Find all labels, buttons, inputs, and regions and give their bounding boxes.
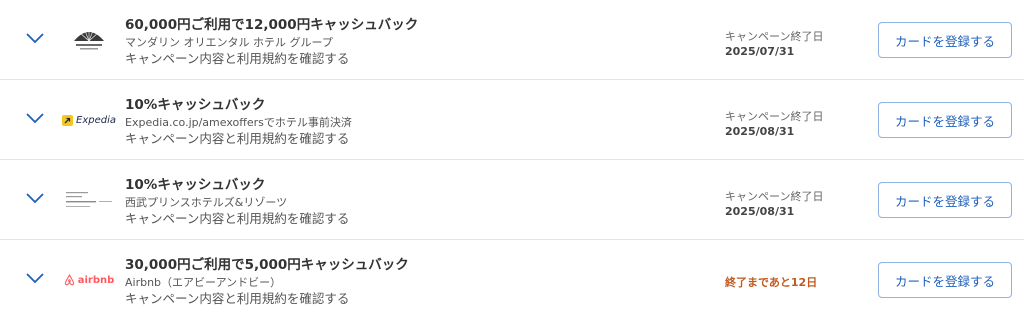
- chevron-down-icon[interactable]: [24, 190, 46, 206]
- expedia-logo: Expedia: [60, 104, 118, 136]
- end-date-label: キャンペーン終了日: [725, 190, 824, 203]
- offer-title: 30,000円ご利用で5,000円キャッシュバック: [125, 257, 409, 273]
- prince-hotels-logo: [60, 184, 118, 216]
- mandarin-oriental-logo: [60, 24, 118, 56]
- mandarin-oriental-fan-icon: [74, 27, 104, 50]
- chevron-down-icon[interactable]: [24, 30, 46, 46]
- airbnb-wordmark: airbnb: [77, 274, 115, 286]
- offer-info: 10%キャッシュバック Expedia.co.jp/amexoffersでホテル…: [125, 96, 685, 148]
- offer-row: Expedia 10%キャッシュバック Expedia.co.jp/amexof…: [0, 80, 1024, 160]
- end-date-value: 2025/08/31: [725, 205, 795, 218]
- terms-link[interactable]: キャンペーン内容と利用規約を確認する: [125, 130, 685, 148]
- expedia-arrow-icon: [62, 114, 73, 126]
- airbnb-belo-icon: [64, 274, 74, 286]
- terms-link[interactable]: キャンペーン内容と利用規約を確認する: [125, 210, 685, 228]
- register-card-button[interactable]: カードを登録する: [878, 22, 1012, 58]
- airbnb-logo: airbnb: [60, 264, 118, 296]
- offer-info: 10%キャッシュバック 西武プリンスホテルズ&リゾーツ キャンペーン内容と利用規…: [125, 176, 685, 228]
- register-card-button[interactable]: カードを登録する: [878, 182, 1012, 218]
- prince-hotels-mark-icon: [66, 192, 112, 207]
- merchant-name: マンダリン オリエンタル ホテル グループ: [125, 36, 333, 49]
- end-date-label: キャンペーン終了日: [725, 30, 824, 43]
- register-card-button[interactable]: カードを登録する: [878, 102, 1012, 138]
- offer-title: 10%キャッシュバック: [125, 177, 266, 193]
- terms-link[interactable]: キャンペーン内容と利用規約を確認する: [125, 50, 685, 68]
- end-date-value: 2025/07/31: [725, 45, 795, 58]
- merchant-name: Expedia.co.jp/amexoffersでホテル事前決済: [125, 116, 352, 129]
- register-card-button[interactable]: カードを登録する: [878, 262, 1012, 298]
- merchant-name: Airbnb（エアビーアンドビー）: [125, 276, 282, 289]
- countdown-badge: 終了まであと12日: [725, 276, 818, 289]
- offer-info: 60,000円ご利用で12,000円キャッシュバック マンダリン オリエンタル …: [125, 16, 685, 68]
- terms-link[interactable]: キャンペーン内容と利用規約を確認する: [125, 290, 685, 308]
- offer-row: 10%キャッシュバック 西武プリンスホテルズ&リゾーツ キャンペーン内容と利用規…: [0, 160, 1024, 240]
- offer-list: 60,000円ご利用で12,000円キャッシュバック マンダリン オリエンタル …: [0, 0, 1024, 320]
- merchant-name: 西武プリンスホテルズ&リゾーツ: [125, 196, 288, 209]
- end-date-value: 2025/08/31: [725, 125, 795, 138]
- offer-title: 10%キャッシュバック: [125, 97, 266, 113]
- offer-row: 60,000円ご利用で12,000円キャッシュバック マンダリン オリエンタル …: [0, 0, 1024, 80]
- expedia-wordmark: Expedia: [76, 114, 116, 126]
- chevron-down-icon[interactable]: [24, 110, 46, 126]
- chevron-down-icon[interactable]: [24, 270, 46, 286]
- offer-title: 60,000円ご利用で12,000円キャッシュバック: [125, 17, 419, 33]
- offer-row: airbnb 30,000円ご利用で5,000円キャッシュバック Airbnb（…: [0, 240, 1024, 320]
- offer-info: 30,000円ご利用で5,000円キャッシュバック Airbnb（エアビーアンド…: [125, 256, 685, 308]
- end-date-label: キャンペーン終了日: [725, 110, 824, 123]
